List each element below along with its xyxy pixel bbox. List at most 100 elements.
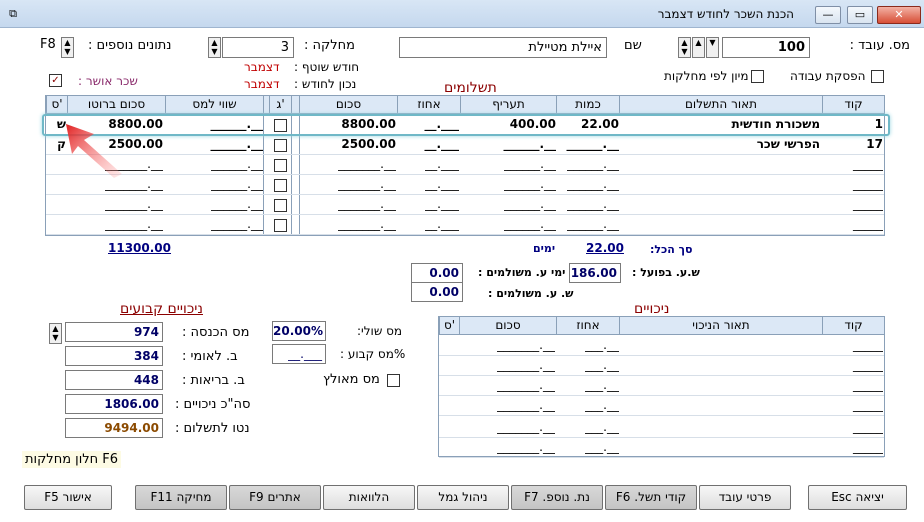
deduction-cell-pct[interactable]: ___.__ (557, 338, 619, 352)
deduction-cell-code[interactable]: _____ (823, 358, 883, 372)
deduction-cell-code[interactable]: _____ (823, 440, 883, 454)
deduction-cell-pct[interactable]: ___.__ (557, 398, 619, 412)
net-pay-field[interactable]: 9494.00 (65, 418, 163, 438)
national-insurance-field[interactable]: 384 (65, 346, 163, 366)
row-g-checkbox[interactable] (274, 139, 287, 152)
deduction-row-divider (439, 437, 884, 438)
total-days-value: 22.00 (586, 241, 624, 255)
health-insurance-field[interactable]: 448 (65, 370, 163, 390)
extra-data-key[interactable]: F8 (40, 37, 56, 52)
payment-cell-qty[interactable]: ______.__ (557, 157, 619, 171)
department-input[interactable]: 3 (222, 37, 294, 58)
payment-cell-qty[interactable]: ______.__ (557, 217, 619, 231)
deduction-cell-code[interactable]: _____ (823, 378, 883, 392)
payment-cell-code[interactable]: _____ (823, 177, 883, 191)
employee-name-field[interactable]: איילת מטיילת (399, 37, 607, 58)
deduction-cell-pct[interactable]: ___.__ (557, 378, 619, 392)
payment-codes-button[interactable]: קודי תשל. F6 (605, 485, 697, 510)
system-menu-icon[interactable]: ⧉ (6, 7, 20, 21)
fixed-deductions-spin-icon[interactable]: ▲ ▼ (49, 323, 62, 344)
payment-cell-qty[interactable]: ______.__ (557, 197, 619, 211)
deduction-cell-pct[interactable]: ___.__ (557, 440, 619, 454)
total-label: סך הכל: (650, 243, 693, 256)
payment-cell-qty[interactable]: ______.__ (557, 177, 619, 191)
deduction-cell-amount[interactable]: _______.__ (460, 338, 555, 352)
extra-data-spin-icon[interactable]: ▲ ▼ (61, 37, 74, 58)
total-deductions-label: סה"כ ניכויים : (175, 397, 251, 412)
payment-cell-pct[interactable]: __.___ (397, 217, 459, 231)
income-tax-field[interactable]: 974 (65, 322, 163, 342)
payment-cell-code[interactable]: _____ (823, 217, 883, 231)
actual-hours-field[interactable]: 186.00 (569, 263, 621, 283)
payment-cell-amount[interactable]: _______.__ (299, 197, 396, 211)
payment-cell-taxval[interactable]: ______.__ (165, 157, 263, 171)
loans-button[interactable]: הלוואות (323, 485, 415, 510)
payment-cell-code[interactable]: _____ (823, 197, 883, 211)
payment-cell-amount[interactable]: _______.__ (299, 217, 396, 231)
payment-cell-gross[interactable]: _______.__ (67, 217, 163, 231)
delete-button[interactable]: מחיקה F11 (135, 485, 227, 510)
payment-cell-rate[interactable]: ______.__ (460, 157, 556, 171)
deduction-row-divider (439, 355, 884, 356)
payment-cell-amount[interactable]: 2500.00 (299, 137, 396, 151)
payment-cell-taxval[interactable]: ______.__ (165, 197, 263, 211)
minimize-button[interactable]: — (815, 6, 841, 24)
deduction-cell-pct[interactable]: ___.__ (557, 420, 619, 434)
payment-cell-taxval[interactable]: ______.__ (165, 217, 263, 231)
employee-prev-button[interactable]: ▲ (692, 37, 705, 58)
deduction-cell-amount[interactable]: _______.__ (460, 358, 555, 372)
payment-cell-pct[interactable]: __.___ (397, 197, 459, 211)
total-deductions-field[interactable]: 1806.00 (65, 394, 163, 414)
stop-work-checkbox[interactable] (871, 70, 884, 83)
payment-cell-pct[interactable]: __.___ (397, 157, 459, 171)
payment-cell-rate[interactable]: ______.__ (460, 197, 556, 211)
employee-number-input[interactable]: 100 (722, 37, 810, 58)
paid-days-field[interactable]: 0.00 (411, 263, 463, 283)
payment-cell-rate[interactable]: ______.__ (460, 137, 556, 151)
salary-approved-checkbox[interactable]: ✓ (49, 74, 62, 87)
payment-cell-rate[interactable]: ______.__ (460, 217, 556, 231)
deduction-cell-code[interactable]: _____ (823, 398, 883, 412)
payment-cell-pct[interactable]: __.___ (397, 177, 459, 191)
row-g-checkbox[interactable] (274, 199, 287, 212)
fixed-tax-field[interactable]: __.___ (272, 344, 326, 364)
deduction-cell-amount[interactable]: _______.__ (460, 398, 555, 412)
employee-spin-icon[interactable]: ▲ ▼ (678, 37, 691, 58)
row-g-checkbox[interactable] (274, 159, 287, 172)
ded-col-description: תאור הניכוי (619, 317, 822, 335)
payment-cell-taxval[interactable]: ______.__ (165, 177, 263, 191)
row-g-checkbox[interactable] (274, 219, 287, 232)
deduction-cell-code[interactable]: _____ (823, 338, 883, 352)
employee-details-button[interactable]: פרטי עובד (699, 485, 791, 510)
sites-button[interactable]: אתרים F9 (229, 485, 321, 510)
payment-cell-rate[interactable]: ______.__ (460, 177, 556, 191)
payment-cell-amount[interactable]: _______.__ (299, 177, 396, 191)
total-gross-value: 11300.00 (108, 241, 172, 255)
maximize-button[interactable]: ▭ (847, 6, 873, 24)
payment-cell-amount[interactable]: _______.__ (299, 157, 396, 171)
department-spin-icon[interactable]: ▲ ▼ (208, 37, 221, 58)
employee-next-button[interactable]: ▼ (706, 37, 719, 58)
payment-cell-gross[interactable]: _______.__ (67, 197, 163, 211)
pension-button[interactable]: ניהול גמל (417, 485, 509, 510)
deduction-cell-pct[interactable]: ___.__ (557, 358, 619, 372)
exit-button[interactable]: יציאה Esc (808, 485, 907, 510)
close-button[interactable]: ✕ (877, 6, 921, 24)
payment-cell-qty[interactable]: ______.__ (557, 137, 619, 151)
approve-button[interactable]: אישור F5 (24, 485, 112, 510)
enforced-tax-checkbox[interactable] (387, 374, 400, 387)
paid-hours-field[interactable]: 0.00 (411, 282, 463, 302)
deduction-cell-amount[interactable]: _______.__ (460, 378, 555, 392)
payment-cell-code[interactable]: 17 (823, 137, 883, 151)
sort-by-department-checkbox[interactable] (751, 70, 764, 83)
row-g-checkbox[interactable] (274, 179, 287, 192)
deduction-cell-amount[interactable]: _______.__ (460, 440, 555, 454)
deduction-cell-code[interactable]: _____ (823, 420, 883, 434)
marginal-tax-field[interactable]: 20.00% (272, 321, 326, 341)
deduction-cell-amount[interactable]: _______.__ (460, 420, 555, 434)
payment-cell-pct[interactable]: __.___ (397, 137, 459, 151)
payment-cell-desc[interactable]: הפרשי שכר (620, 137, 820, 151)
payment-cell-taxval[interactable]: ______.__ (165, 137, 263, 151)
payment-cell-code[interactable]: _____ (823, 157, 883, 171)
extra-data-button[interactable]: נת. נוספ. F7 (511, 485, 603, 510)
